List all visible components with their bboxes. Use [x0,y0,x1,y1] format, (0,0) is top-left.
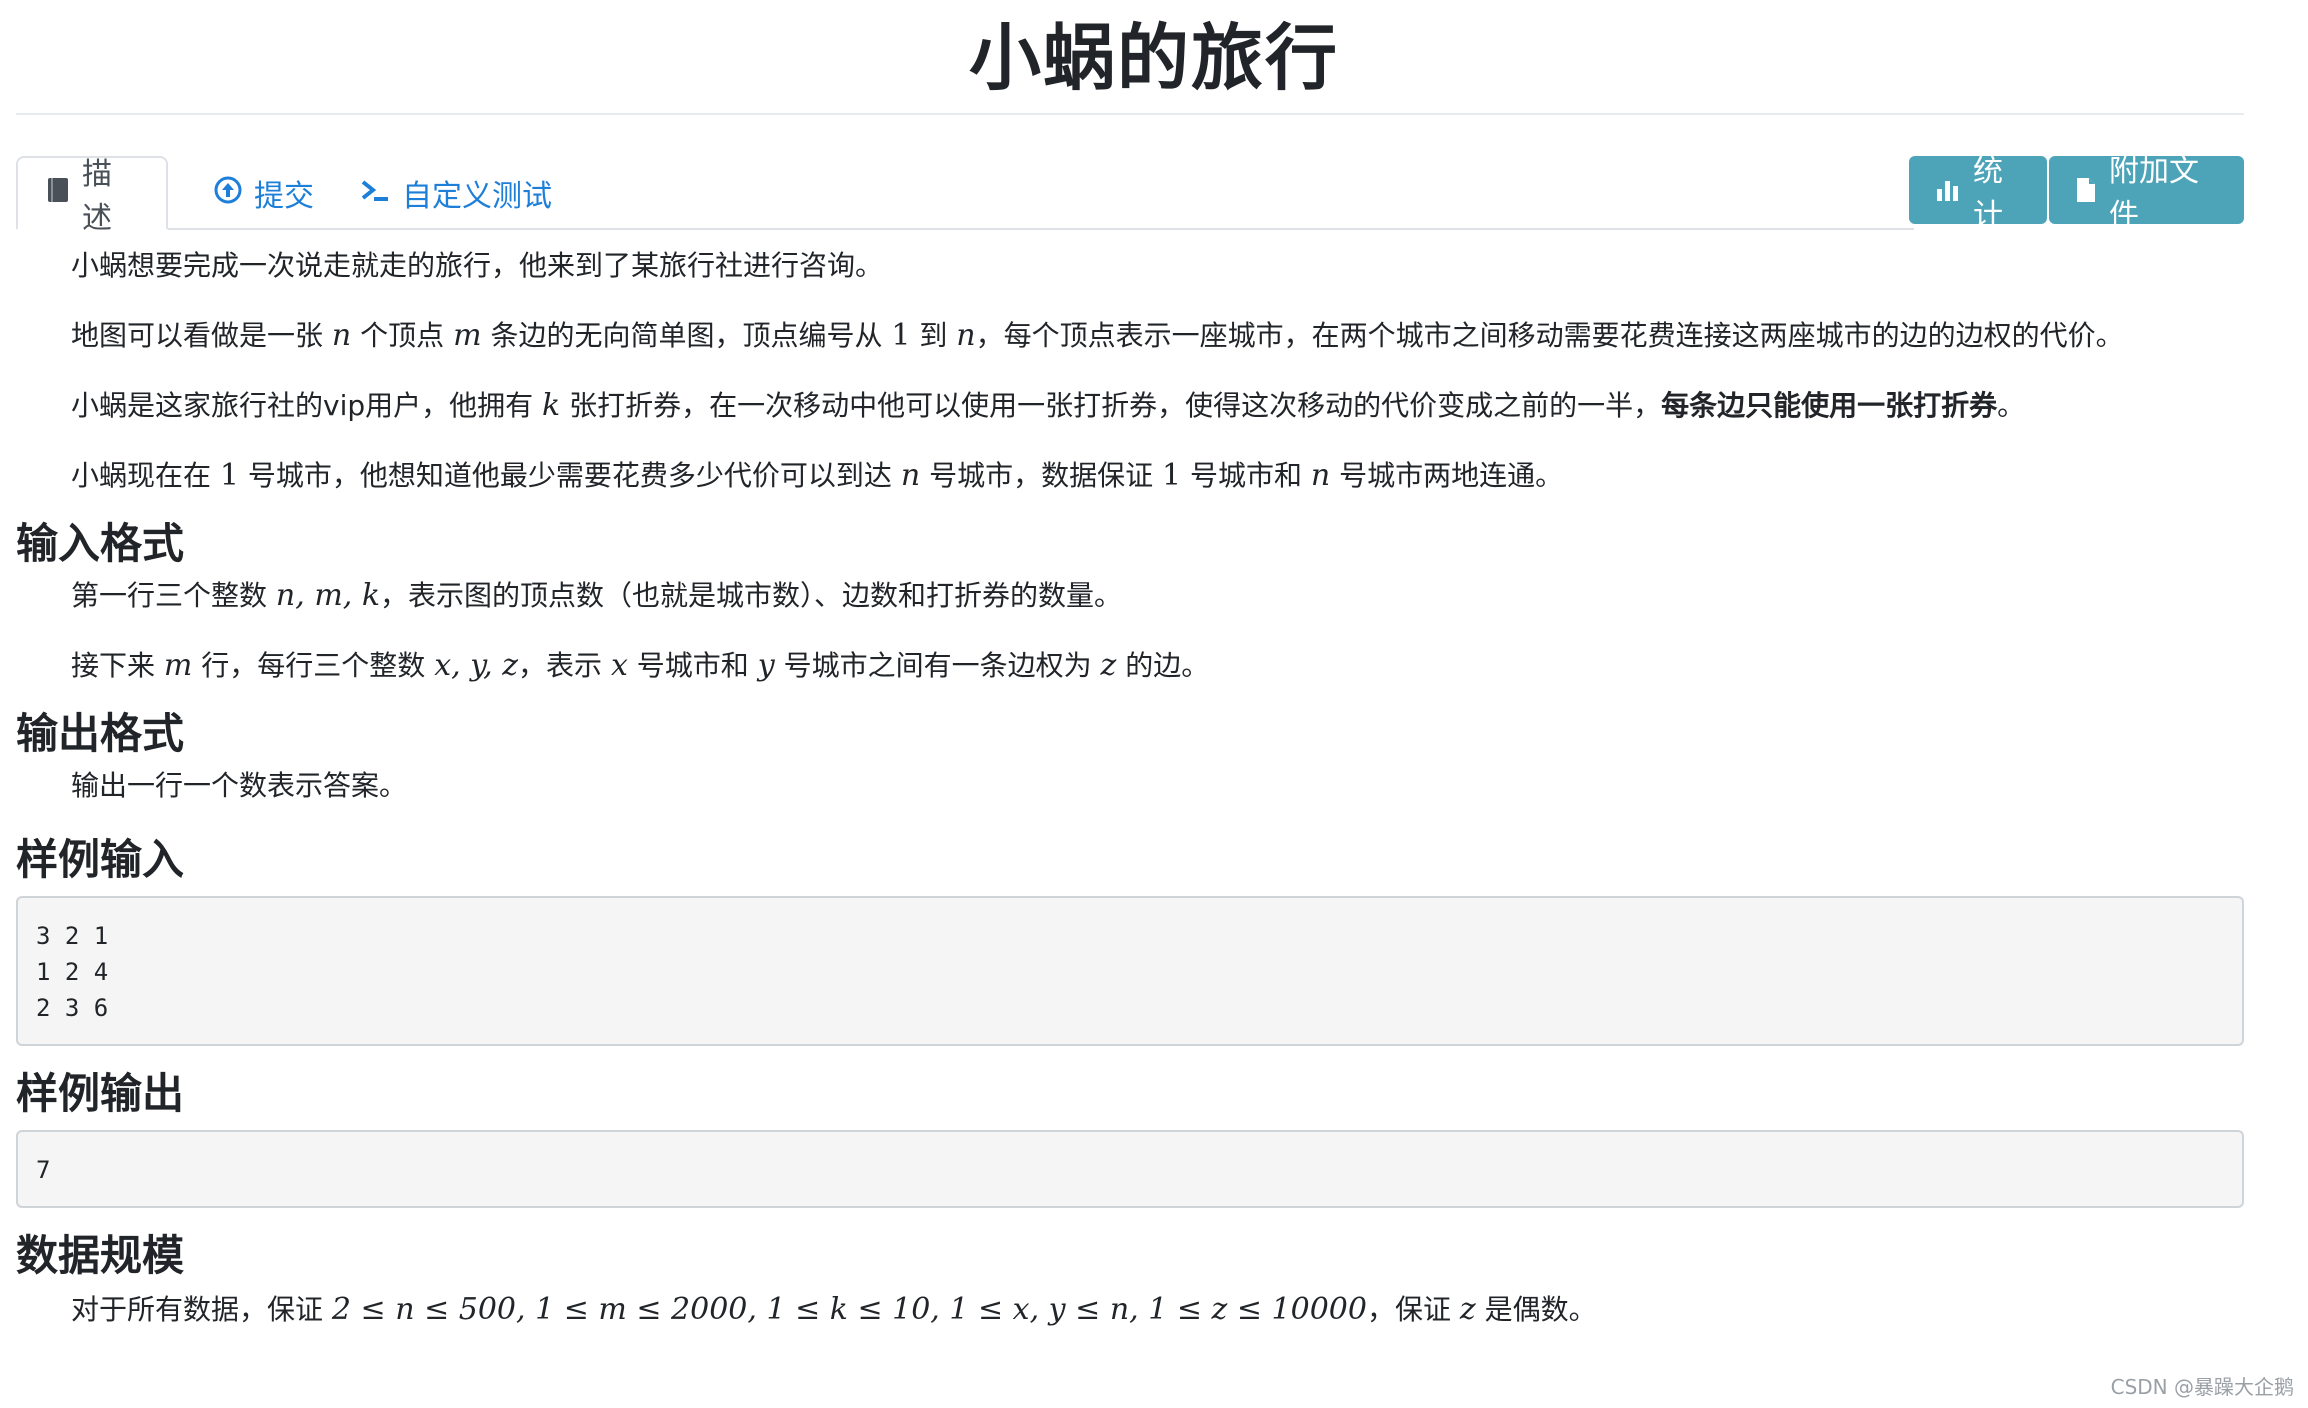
tab-bar: 描述 提交 自定义测试 统计 附加文件 [16,154,2244,236]
description-paragraph-2: 地图可以看做是一张 n 个顶点 m 条边的无向简单图，顶点编号从 1 到 n，每… [71,318,2124,353]
input-format-heading: 输入格式 [16,519,185,568]
constraints-heading: 数据规模 [16,1231,185,1280]
input-format-paragraph-2: 接下来 m 行，每行三个整数 x, y, z，表示 x 号城市和 y 号城市之间… [71,648,1210,683]
tab-custom-test[interactable]: 自定义测试 [332,156,580,230]
page-title: 小蜗的旅行 [968,16,1339,100]
stats-button-label: 统计 [1973,154,2003,233]
description-paragraph-3: 小蜗是这家旅行社的vip用户，他拥有 k 张打折券，在一次移动中他可以使用一张打… [71,388,2026,423]
file-icon [2075,176,2097,204]
watermark: CSDN @暴躁大企鹅 [2110,1375,2294,1399]
constraints-paragraph: 对于所有数据，保证 2 ≤ n ≤ 500, 1 ≤ m ≤ 2000, 1 ≤… [71,1292,1597,1327]
bold-rule: 每条边只能使用一张打折券 [1661,389,1998,422]
description-paragraph-4: 小蜗现在在 1 号城市，他想知道他最少需要花费多少代价可以到达 n 号城市，数据… [71,458,1564,493]
book-icon [46,176,70,210]
description-paragraph-1: 小蜗想要完成一次说走就走的旅行，他来到了某旅行社进行咨询。 [71,249,884,282]
attachments-button-label: 附加文件 [2109,154,2199,233]
stats-button[interactable]: 统计 [1909,154,2047,233]
tab-custom-test-label: 自定义测试 [402,179,552,214]
title-divider [16,113,2244,115]
sample-input-code: 3 2 1 1 2 4 2 3 6 [16,896,2244,1046]
sample-output-heading: 样例输出 [16,1069,185,1118]
tab-submit[interactable]: 提交 [186,156,342,230]
sample-output-code: 7 [16,1130,2244,1208]
output-format-paragraph: 输出一行一个数表示答案。 [71,769,408,802]
terminal-icon [360,176,390,210]
sample-input-heading: 样例输入 [16,835,185,884]
tab-description-label: 描述 [82,157,112,236]
tab-description[interactable]: 描述 [16,156,168,236]
bar-chart-icon [1935,177,1961,203]
problem-page: 小蜗的旅行 描述 提交 自定义测试 统计 附加文件 小蜗想要完成一次说走就走的旅… [0,0,2308,1408]
input-format-paragraph-1: 第一行三个整数 n, m, k，表示图的顶点数（也就是城市数）、边数和打折券的数… [71,578,1123,613]
attachments-button[interactable]: 附加文件 [2049,154,2244,233]
tab-submit-label: 提交 [254,179,314,214]
upload-circle-icon [214,176,242,210]
problem-content: 小蜗想要完成一次说走就走的旅行，他来到了某旅行社进行咨询。 地图可以看做是一张 … [16,240,2244,1330]
output-format-heading: 输出格式 [16,709,185,758]
